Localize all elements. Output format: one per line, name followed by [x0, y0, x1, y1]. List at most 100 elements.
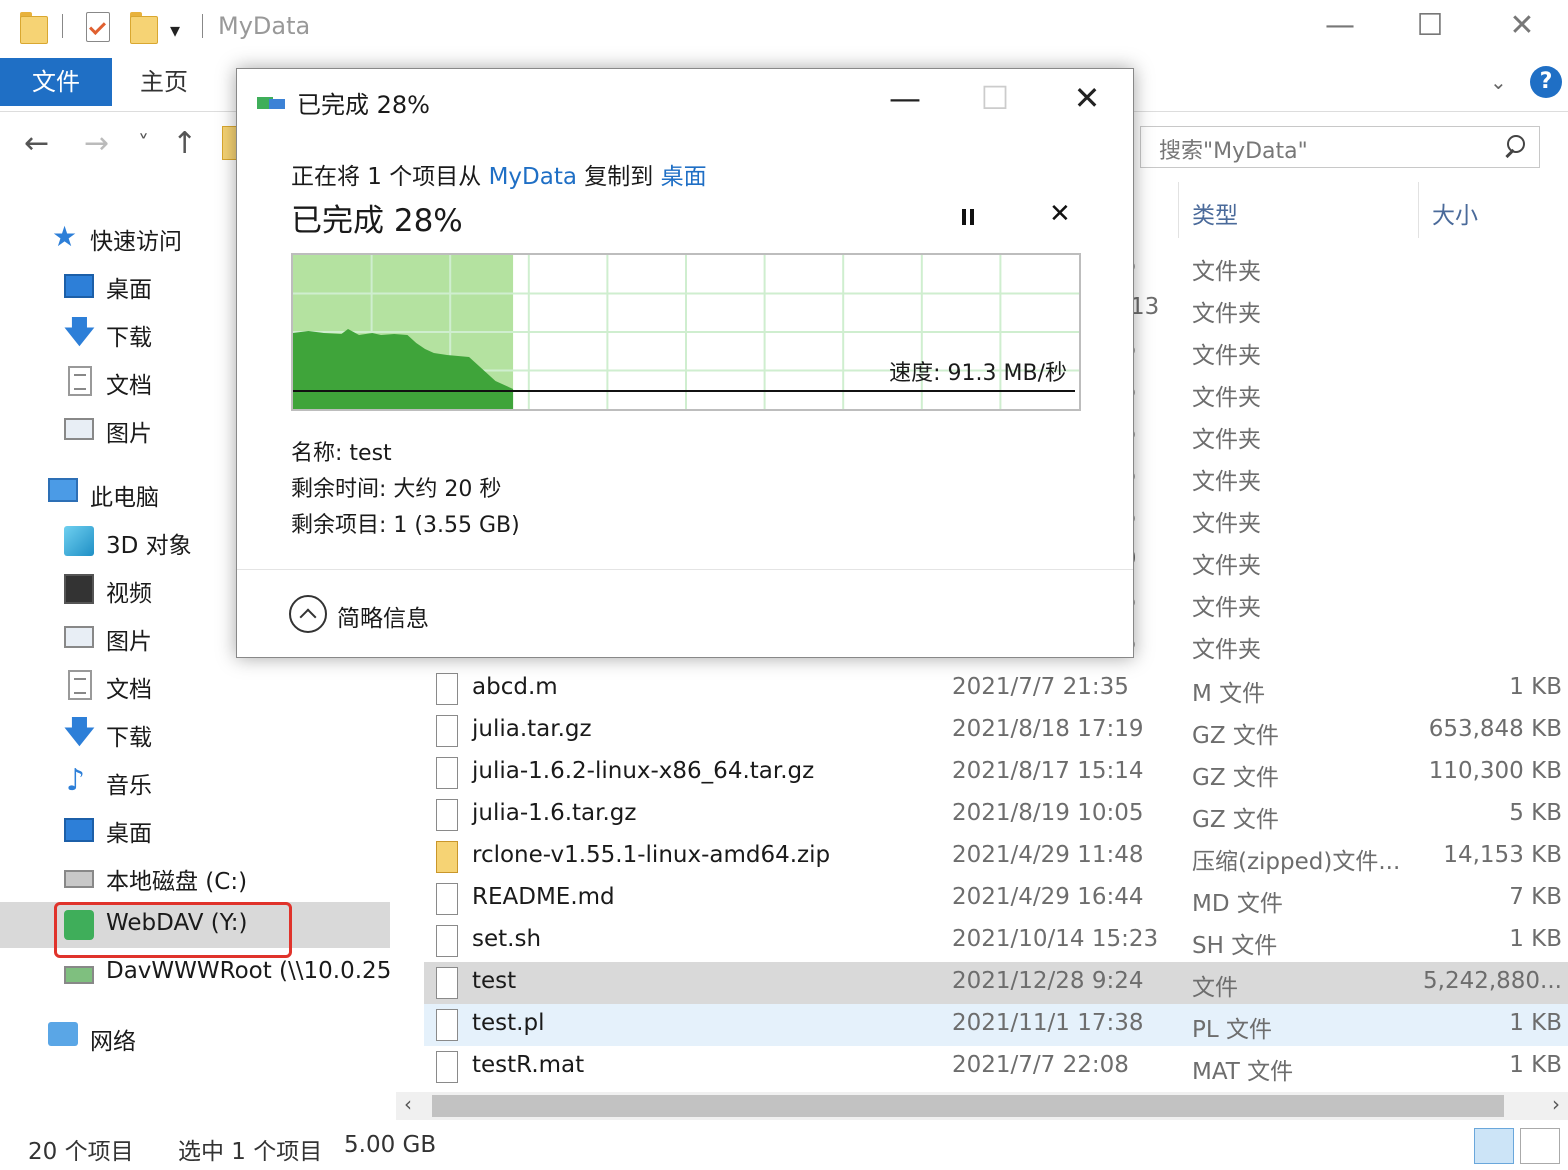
file-row-hover[interactable]: test.pl 2021/11/1 17:38 PL 文件 1 KB [424, 1004, 1568, 1046]
sidebar-item-label: 桌面 [106, 277, 152, 303]
file-row[interactable]: julia.tar.gz 2021/8/18 17:19 GZ 文件 653,8… [424, 710, 1568, 752]
file-date: 2021/8/19 10:05 [952, 800, 1144, 826]
sidebar-item-label: DavWWWRoot (\\10.0.25 [106, 958, 390, 984]
date-fragment: 13 [1130, 294, 1160, 320]
status-bar: 20 个项目 选中 1 个项目 5.00 GB [0, 1122, 1568, 1170]
folder-type[interactable]: 文件夹 [1192, 378, 1261, 420]
details-view-icon[interactable] [1474, 1128, 1514, 1164]
file-row-selected[interactable]: test 2021/12/28 9:24 文件 5,242,880... [424, 962, 1568, 1004]
folder-type[interactable]: 文件夹 [1192, 504, 1261, 546]
file-size: 5,242,880... [1423, 968, 1562, 994]
sidebar-item-label: 文档 [106, 677, 152, 703]
status-prefix: 正在将 1 个项目从 [291, 164, 489, 190]
desktop-icon [64, 274, 94, 298]
folder-type[interactable]: 文件夹 [1192, 420, 1261, 462]
dialog-maximize-button: ☐ [980, 79, 1010, 117]
file-date: 2021/8/17 15:14 [952, 758, 1144, 784]
minimize-button[interactable]: — [1320, 8, 1360, 43]
file-name: julia.tar.gz [472, 716, 592, 742]
help-icon[interactable]: ? [1530, 66, 1562, 98]
sidebar-item-label: 图片 [106, 421, 152, 447]
file-name: julia-1.6.tar.gz [472, 800, 637, 826]
picture-icon [64, 626, 94, 648]
file-name: test [472, 968, 517, 994]
scroll-right-icon[interactable]: › [1552, 1092, 1560, 1116]
large-icons-view-icon[interactable] [1520, 1128, 1560, 1164]
file-type: PL 文件 [1192, 1017, 1272, 1043]
column-header-size[interactable]: 大小 [1432, 196, 1478, 230]
fewer-details-label[interactable]: 简略信息 [337, 599, 429, 633]
file-type: M 文件 [1192, 681, 1266, 707]
file-name: test.pl [472, 1010, 545, 1036]
file-icon [436, 673, 458, 705]
sidebar-item-local-disk[interactable]: 本地磁盘 (C:) [0, 854, 390, 900]
folder-type[interactable]: 文件夹 [1192, 294, 1261, 336]
dialog-minimize-button[interactable]: — [885, 79, 925, 117]
sidebar-item-documents-pc[interactable]: 文档 [0, 662, 390, 708]
destination-link[interactable]: 桌面 [661, 164, 707, 190]
folder-type[interactable]: 文件夹 [1192, 630, 1261, 672]
file-size: 1 KB [1509, 1010, 1562, 1036]
back-button[interactable]: ← [24, 126, 49, 161]
maximize-button[interactable]: ☐ [1410, 8, 1450, 43]
tab-file[interactable]: 文件 [0, 58, 112, 106]
music-icon: ♪ [66, 763, 86, 798]
file-name: julia-1.6.2-linux-x86_64.tar.gz [472, 758, 815, 784]
folder-type[interactable]: 文件夹 [1192, 252, 1261, 294]
sidebar-item-network[interactable]: 网络 [0, 1014, 390, 1060]
folder-type[interactable]: 文件夹 [1192, 336, 1261, 378]
file-icon [436, 1009, 458, 1041]
document-icon [68, 366, 92, 396]
recent-locations-button[interactable]: ˅ [138, 132, 149, 157]
folder-type[interactable]: 文件夹 [1192, 546, 1261, 588]
collapse-details-icon[interactable] [289, 595, 327, 633]
pause-icon[interactable] [959, 207, 979, 227]
file-name: abcd.m [472, 674, 558, 700]
file-icon [436, 715, 458, 747]
3d-objects-icon [64, 526, 94, 556]
separator [202, 14, 203, 38]
customize-toolbar-icon[interactable]: ▾ [170, 18, 180, 42]
sidebar-item-label: 本地磁盘 (C:) [106, 869, 248, 895]
zip-file-icon [436, 841, 458, 873]
file-row[interactable]: README.md 2021/4/29 16:44 MD 文件 7 KB [424, 878, 1568, 920]
scroll-left-icon[interactable]: ‹ [404, 1092, 412, 1116]
search-icon[interactable] [1503, 135, 1525, 157]
separator [62, 14, 63, 38]
file-type: SH 文件 [1192, 933, 1278, 959]
sidebar-item-music[interactable]: ♪ 音乐 [0, 758, 390, 804]
sidebar-item-desktop-pc[interactable]: 桌面 [0, 806, 390, 852]
expand-ribbon-icon[interactable]: ⌄ [1490, 70, 1507, 94]
file-row[interactable]: rclone-v1.55.1-linux-amd64.zip 2021/4/29… [424, 836, 1568, 878]
file-row[interactable]: set.sh 2021/10/14 15:23 SH 文件 1 KB [424, 920, 1568, 962]
file-size: 110,300 KB [1428, 758, 1562, 784]
search-input[interactable]: 搜索"MyData" [1140, 126, 1540, 168]
file-date: 2021/11/1 17:38 [952, 1010, 1144, 1036]
file-date: 2021/8/18 17:19 [952, 716, 1144, 742]
tab-home[interactable]: 主页 [140, 58, 188, 106]
folder-type[interactable]: 文件夹 [1192, 588, 1261, 630]
file-row[interactable]: julia-1.6.2-linux-x86_64.tar.gz 2021/8/1… [424, 752, 1568, 794]
sidebar-item-label: 下载 [106, 725, 152, 751]
folder-type[interactable]: 文件夹 [1192, 462, 1261, 504]
file-row[interactable]: julia-1.6.tar.gz 2021/8/19 10:05 GZ 文件 5… [424, 794, 1568, 836]
dialog-title: 已完成 28% [297, 91, 430, 119]
folder-icon[interactable] [20, 12, 48, 44]
close-button[interactable]: ✕ [1502, 8, 1542, 43]
time-remaining-info: 剩余时间: 大约 20 秒 [291, 477, 502, 502]
up-button[interactable]: ↑ [172, 126, 197, 161]
file-row[interactable]: abcd.m 2021/7/7 21:35 M 文件 1 KB [424, 668, 1568, 710]
forward-button[interactable]: → [84, 126, 109, 161]
scrollbar-thumb[interactable] [432, 1095, 1504, 1117]
sidebar-item-downloads-pc[interactable]: 🡇 下载 [0, 710, 390, 756]
cancel-icon[interactable]: ✕ [1049, 199, 1071, 229]
file-row[interactable]: testR.mat 2021/7/7 22:08 MAT 文件 1 KB [424, 1046, 1568, 1088]
dialog-close-button[interactable]: ✕ [1067, 79, 1107, 117]
source-link[interactable]: MyData [489, 164, 577, 190]
horizontal-scrollbar[interactable]: ‹ › [396, 1092, 1568, 1120]
properties-icon[interactable] [86, 12, 110, 42]
file-type: MAT 文件 [1192, 1059, 1294, 1085]
file-name: testR.mat [472, 1052, 585, 1078]
column-header-type[interactable]: 类型 [1192, 196, 1238, 230]
new-folder-icon[interactable] [130, 12, 158, 44]
